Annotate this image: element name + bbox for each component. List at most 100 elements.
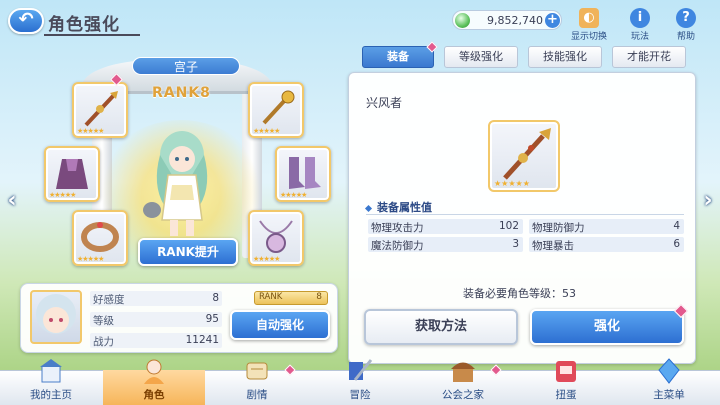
tab-equipment[interactable]: 装备: [362, 41, 438, 68]
attr-label: 物理暴击: [532, 240, 574, 252]
rank-badge: RANK 8: [254, 291, 328, 305]
attr-label: 物理攻击力: [371, 222, 424, 234]
tab-label: 等级强化: [459, 50, 503, 63]
tab-label: 装备: [387, 50, 409, 63]
slot-stars: ★★★★★: [77, 127, 104, 135]
tab-bar: 装备 等级强化 技能强化 才能开花: [362, 41, 688, 68]
attr-label: 魔法防御力: [371, 240, 424, 252]
stat-row-level: 等级 95: [90, 312, 222, 327]
story-scroll-icon: [246, 362, 268, 380]
nav-character[interactable]: 角色: [103, 359, 205, 405]
chevron-right-icon[interactable]: ›: [700, 188, 716, 214]
attr-physical-crit: 物理暴击 6: [529, 237, 684, 252]
attr-label: 物理防御力: [532, 222, 585, 234]
spear-icon: [84, 91, 118, 127]
character-enhance-screen: ↶ 角色强化 9,852,740 + ◐ 显示切换 i 玩法 ? 帮助 宫子 R…: [0, 0, 720, 405]
tab-skill-enhance[interactable]: 技能强化: [528, 46, 602, 68]
stat-label: 战力: [93, 336, 114, 348]
nav-story[interactable]: 剧情: [206, 362, 308, 405]
nav-label: 冒险: [349, 389, 371, 401]
rank-up-button[interactable]: RANK提升: [138, 238, 238, 266]
nav-label: 公会之家: [442, 389, 484, 401]
notify-dot: [284, 364, 296, 376]
attr-value: 102: [498, 220, 519, 232]
stat-label: 等级: [93, 315, 114, 327]
nav-adventure[interactable]: 冒险: [309, 359, 411, 405]
notify-dot: [490, 364, 502, 376]
attribute-section-title: 装备属性值: [366, 199, 432, 215]
nav-label: 剧情: [246, 389, 268, 401]
page-title: 角色强化: [48, 15, 120, 35]
display-switch-button[interactable]: ◐ 显示切换: [571, 8, 607, 42]
guild-house-icon: [451, 362, 475, 382]
equip-slot-5[interactable]: ★★★★★: [72, 210, 128, 266]
chevron-left-icon[interactable]: ‹: [4, 188, 20, 214]
equipment-name: 兴风者: [366, 96, 403, 110]
slot-stars: ★★★★★: [49, 191, 76, 199]
jewel-icon: [455, 13, 470, 28]
notify-dot: [426, 41, 438, 53]
pendant-icon: [259, 220, 293, 253]
avatar[interactable]: [30, 290, 82, 344]
equipment-preview[interactable]: ★★★★★: [488, 120, 560, 192]
attr-value: 3: [512, 238, 519, 250]
info-icon: i: [630, 8, 650, 28]
title-underline: [44, 34, 140, 36]
currency-value: 9,852,740: [487, 14, 543, 27]
rank-badge-label: RANK: [259, 292, 283, 302]
display-switch-label: 显示切换: [571, 32, 608, 42]
robe-icon: [56, 159, 88, 189]
equip-slot-6[interactable]: ★★★★★: [248, 210, 304, 266]
main-menu-crystal-icon: [658, 358, 680, 384]
equipment-stars: ★★★★★: [494, 179, 530, 188]
adventure-sword-icon: [349, 359, 373, 381]
nav-main-menu[interactable]: 主菜单: [618, 358, 720, 405]
nav-gacha[interactable]: 扭蛋: [515, 361, 617, 405]
nav-label: 我的主页: [30, 389, 72, 401]
character-figure: [143, 131, 208, 236]
character-name: 宫子: [132, 57, 240, 75]
divider: [366, 214, 684, 215]
enhance-label: 强化: [593, 319, 620, 334]
stat-value: 8: [212, 292, 219, 304]
slot-stars: ★★★★★: [253, 255, 280, 263]
equip-slot-3[interactable]: ★★★★★: [44, 146, 100, 202]
obtain-method-button[interactable]: 获取方法: [364, 309, 518, 345]
stat-row-affinity: 好感度 8: [90, 291, 222, 306]
tab-talent-bloom[interactable]: 才能开花: [612, 46, 686, 68]
attr-physical-defense: 物理防御力 4: [529, 219, 684, 234]
help-button[interactable]: ? 帮助: [676, 8, 696, 42]
character-icon: [144, 359, 164, 384]
attr-value: 6: [673, 238, 680, 250]
guide-button[interactable]: i 玩法: [630, 8, 650, 42]
tab-label: 才能开花: [627, 50, 671, 63]
plus-icon[interactable]: +: [545, 13, 560, 28]
equip-slot-4[interactable]: ★★★★★: [275, 146, 331, 202]
scepter-icon: [262, 90, 295, 125]
bracelet-icon: [81, 222, 119, 252]
attr-magic-defense: 魔法防御力 3: [368, 237, 523, 252]
nav-label: 扭蛋: [555, 389, 577, 401]
stat-row-power: 战力 11241: [90, 333, 222, 348]
home-castle-icon: [40, 359, 62, 383]
slot-stars: ★★★★★: [253, 127, 280, 135]
required-level: 装备必要角色等级：53: [463, 287, 576, 300]
nav-guild-house[interactable]: 公会之家: [412, 362, 514, 405]
gacha-icon: [556, 361, 576, 382]
display-switch-icon: ◐: [579, 8, 599, 28]
rank-badge-value: 8: [316, 292, 322, 302]
equip-slot-2[interactable]: ★★★★★: [248, 82, 304, 138]
slot-stars: ★★★★★: [280, 191, 307, 199]
tab-level-enhance[interactable]: 等级强化: [444, 46, 518, 68]
nav-label: 主菜单: [653, 389, 685, 401]
stat-value: 95: [205, 313, 219, 325]
nav-home[interactable]: 我的主页: [0, 359, 102, 405]
enhance-button[interactable]: 强化: [530, 303, 689, 345]
guide-label: 玩法: [630, 32, 649, 42]
equip-slot-1[interactable]: ★★★★★: [72, 82, 128, 138]
auto-enhance-button[interactable]: 自动强化: [230, 310, 330, 340]
tab-label: 技能强化: [543, 50, 587, 63]
help-label: 帮助: [676, 32, 695, 42]
back-arrow-icon[interactable]: ↶: [8, 8, 44, 34]
help-icon: ?: [676, 8, 696, 28]
